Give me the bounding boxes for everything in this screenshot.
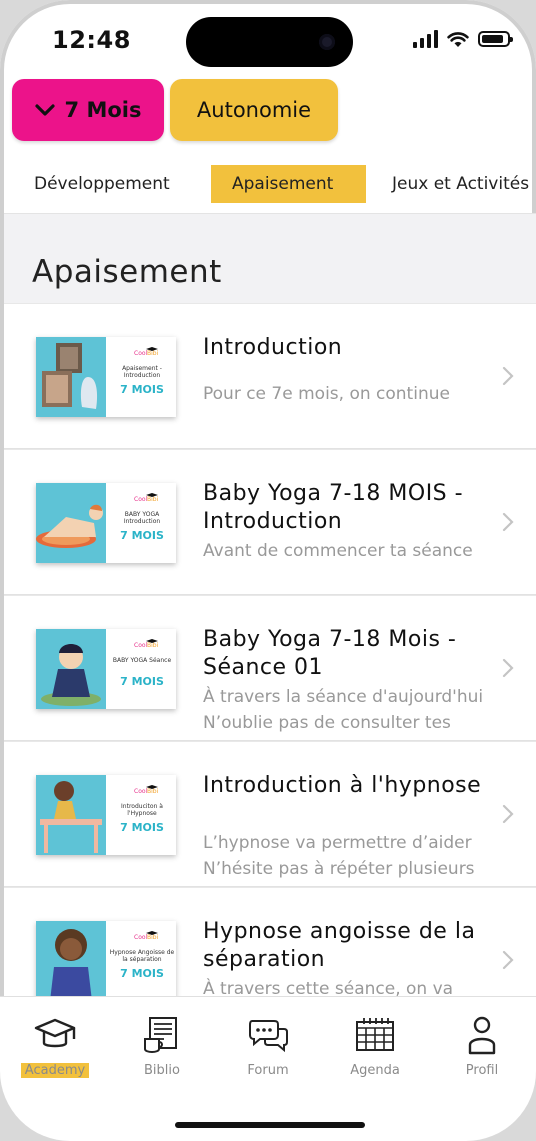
list-item[interactable]: Cool Bibi Apaisement - Introduction 7 MOI… [4,303,536,449]
wifi-icon [447,31,469,47]
list-item[interactable]: Cool Bibi BABY YOGA Introduction 7 MOIS B… [4,449,536,595]
tab-biblio[interactable]: Biblio [117,1015,207,1078]
svg-text:Cool: Cool [134,934,148,941]
tab-jeux-et-activites[interactable]: Jeux et Activités [392,165,529,203]
tab-forum[interactable]: Forum [223,1015,313,1078]
chevron-right-icon [502,950,514,970]
list-item[interactable]: Cool Bibi Hypnose Angoisse de la séparati… [4,887,536,996]
svg-text:Cool: Cool [134,788,148,795]
thumbnail-illustration [36,629,106,709]
lesson-subtitle: À travers la séance d'aujourd'hui [203,687,484,707]
header-buttons: 7 Mois Autonomie [12,79,338,141]
graduation-cap-icon [34,1018,76,1048]
lesson-subtitle: À travers cette séance, on va [203,979,454,996]
lesson-subtitle: N’hésite pas à répéter plusieurs [203,859,475,879]
thumbnail-caption: BABY YOGA Introduction [123,511,161,525]
month-selector-button[interactable]: 7 Mois [12,79,164,141]
thumbnail-month: 7 MOIS [120,383,164,396]
thumbnail-illustration [36,337,106,417]
lesson-subtitle: N’oublie pas de consulter tes [203,713,451,733]
list-item[interactable]: Cool Bibi Introduciton à l'Hypnose 7 MOIS… [4,741,536,887]
svg-text:Cool: Cool [134,496,148,503]
svg-text:Bibi: Bibi [147,496,159,503]
camera-icon [319,34,335,50]
tab-profil[interactable]: Profil [437,1015,527,1078]
tab-developpement[interactable]: Développement [34,165,170,203]
tab-agenda-label: Agenda [350,1063,400,1078]
lesson-subtitle: L’hypnose va permettre d’aider [203,833,472,853]
thumbnail-month: 7 MOIS [120,675,164,688]
newspaper-coffee-icon [144,1017,177,1053]
thumbnail-illustration [36,483,106,563]
lesson-list: Cool Bibi Apaisement - Introduction 7 MOI… [4,303,536,996]
tab-profil-label: Profil [465,1063,499,1078]
chevron-right-icon [502,512,514,532]
chat-bubbles-icon [249,1020,288,1053]
tab-biblio-label: Biblio [144,1063,180,1078]
phone-screen: 12:48 7 Mois Autonomie Développement Apa… [0,0,536,1141]
lesson-thumbnail: Cool Bibi BABY YOGA Séance 7 MOIS [36,629,176,709]
svg-text:Cool: Cool [134,350,148,357]
tab-agenda[interactable]: Agenda [330,1015,420,1078]
lesson-subtitle: Avant de commencer ta séance [203,541,473,561]
tab-academy-label: Academy [20,1063,90,1078]
battery-icon [478,31,513,47]
lesson-thumbnail: Cool Bibi Apaisement - Introduction 7 MOI… [36,337,176,417]
lesson-title: Baby Yoga 7-18 MOIS - Introduction [203,481,464,534]
lesson-thumbnail: Cool Bibi Introduciton à l'Hypnose 7 MOIS [36,775,176,855]
dynamic-island [186,17,353,67]
lesson-thumbnail: Cool Bibi Hypnose Angoisse de la séparati… [36,921,176,996]
content-area: Apaisement Cool Bibi Apaisement - Introd… [4,214,536,996]
svg-text:Bibi: Bibi [147,934,159,941]
thumbnail-caption: Introduciton à l'Hypnose [121,803,163,817]
status-icons [413,30,513,48]
chevron-down-icon [34,104,55,116]
cool-bibi-logo-icon: Cool Bibi [134,493,159,503]
svg-text:Cool: Cool [134,642,148,649]
lesson-subtitle: Pour ce 7e mois, on continue [203,384,450,404]
chevron-right-icon [502,658,514,678]
lesson-title: Introduction à l'hypnose [203,773,482,798]
thumbnail-month: 7 MOIS [120,821,164,834]
cool-bibi-logo-icon: Cool Bibi [134,931,159,941]
thumbnail-caption: Apaisement - Introduction [122,365,162,379]
thumbnail-month: 7 MOIS [120,967,164,980]
thumbnail-caption: BABY YOGA Séance [112,657,172,664]
lesson-thumbnail: Cool Bibi BABY YOGA Introduction 7 MOIS [36,483,176,563]
autonomy-button[interactable]: Autonomie [170,79,338,141]
user-icon [468,1016,496,1055]
calendar-icon [356,1018,394,1051]
section-title: Apaisement [32,254,222,290]
thumbnail-month: 7 MOIS [120,529,164,542]
tab-forum-label: Forum [247,1063,289,1078]
home-indicator[interactable] [175,1122,365,1128]
thumbnail-illustration [36,775,106,855]
cellular-signal-icon [413,30,438,48]
lesson-title: Introduction [203,335,343,360]
month-selector-label: 7 Mois [64,98,142,122]
chevron-right-icon [502,804,514,824]
autonomy-button-label: Autonomie [196,98,312,122]
lesson-title: Hypnose angoisse de la séparation [203,919,476,972]
svg-text:Bibi: Bibi [147,642,159,649]
thumbnail-illustration [36,921,106,996]
tab-apaisement[interactable]: Apaisement [211,165,366,203]
lesson-title: Baby Yoga 7-18 Mois - Séance 01 [203,627,457,680]
tab-academy[interactable]: Academy [10,1015,100,1078]
bottom-tab-bar: Academy Biblio Forum Agenda Profil [0,996,536,1141]
cool-bibi-logo-icon: Cool Bibi [134,785,159,795]
chevron-right-icon [502,366,514,386]
status-time: 12:48 [52,26,131,54]
svg-text:Bibi: Bibi [147,788,159,795]
thumbnail-caption: Hypnose Angoisse de la séparation [109,949,175,963]
list-item[interactable]: Cool Bibi BABY YOGA Séance 7 MOIS Baby Yo… [4,595,536,741]
cool-bibi-logo-icon: Cool Bibi [134,347,159,357]
svg-text:Bibi: Bibi [147,350,159,357]
status-bar: 12:48 [0,0,536,80]
category-tabs: Développement Apaisement Jeux et Activit… [0,160,536,210]
cool-bibi-logo-icon: Cool Bibi [134,639,159,649]
